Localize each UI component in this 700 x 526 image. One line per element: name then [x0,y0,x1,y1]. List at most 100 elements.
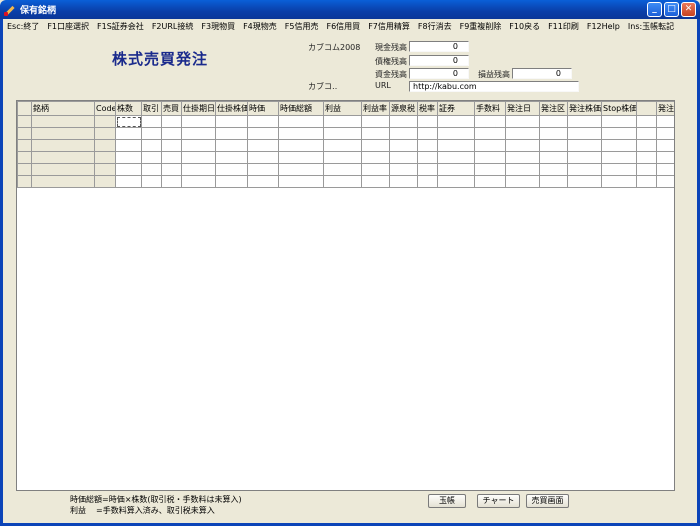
grid-cell[interactable] [278,115,324,128]
grid-cell[interactable] [417,151,438,164]
grid-cell[interactable] [361,127,390,140]
grid-cell[interactable] [215,151,248,164]
column-header[interactable]: 仕掛株価 [215,101,248,116]
grid-cell[interactable] [161,151,182,164]
grid-cell[interactable] [323,139,362,152]
holdings-grid[interactable]: 銘柄 Code 株数 取引 売買 仕掛期日 仕掛株価 時価 時価総額 利益 利益率 源泉税 税率 証券 手数… [16,100,675,491]
grid-cell[interactable] [31,127,95,140]
grid-cell[interactable] [278,175,324,188]
table-row[interactable] [17,175,674,188]
maximize-button[interactable]: □ [664,2,679,17]
grid-cell[interactable] [115,115,142,128]
grid-cell[interactable] [601,163,637,176]
grid-cell[interactable] [161,127,182,140]
grid-cell[interactable] [181,139,216,152]
grid-cell[interactable] [437,115,475,128]
grid-cell[interactable] [505,163,540,176]
grid-cell[interactable] [323,127,362,140]
grid-cell[interactable] [361,163,390,176]
grid-cell[interactable] [181,127,216,140]
grid-cell[interactable] [636,115,657,128]
table-row[interactable] [17,139,674,152]
column-header[interactable]: 発注株価 [567,101,602,116]
grid-cell[interactable] [141,115,162,128]
grid-cell[interactable] [567,163,602,176]
grid-cell[interactable] [141,163,162,176]
grid-cell[interactable] [389,139,418,152]
grid-cell[interactable] [539,175,568,188]
grid-cell[interactable] [474,151,506,164]
column-header[interactable]: 税率 [417,101,438,116]
grid-cell[interactable] [474,163,506,176]
grid-cell[interactable] [361,151,390,164]
grid-cell[interactable] [567,139,602,152]
grid-cell[interactable] [94,139,116,152]
menu-item[interactable]: F3現物買 [197,21,239,32]
grid-cell[interactable] [278,127,324,140]
row-header-cell[interactable] [17,163,32,176]
grid-cell[interactable] [656,115,674,128]
grid-cell[interactable] [656,163,674,176]
grid-cell[interactable] [417,115,438,128]
row-header-cell[interactable] [17,175,32,188]
grid-cell[interactable] [181,115,216,128]
grid-cell[interactable] [323,163,362,176]
grid-cell[interactable] [278,151,324,164]
column-header[interactable]: 時価総額 [278,101,324,116]
grid-cell[interactable] [31,151,95,164]
column-header[interactable]: 利益 [323,101,362,116]
menu-item[interactable]: Ins:玉帳転記 [624,21,678,32]
table-row[interactable] [17,163,674,176]
column-header[interactable]: 源泉税 [389,101,418,116]
ledger-button[interactable]: 玉帳 [428,494,466,508]
grid-cell[interactable] [636,175,657,188]
column-header[interactable]: 仕掛期日 [181,101,216,116]
row-header-cell[interactable] [17,139,32,152]
grid-cell[interactable] [505,151,540,164]
grid-cell[interactable] [389,127,418,140]
grid-cell[interactable] [278,139,324,152]
menu-item[interactable]: F6信用買 [322,21,364,32]
grid-cell[interactable] [437,139,475,152]
grid-cell[interactable] [181,175,216,188]
title-bar[interactable]: 保有銘柄 _ □ ✕ [0,0,700,19]
column-header[interactable]: Code [94,101,116,116]
menu-item[interactable]: F11印刷 [544,21,583,32]
grid-cell[interactable] [215,175,248,188]
grid-cell[interactable] [505,175,540,188]
column-header[interactable] [636,101,657,116]
grid-cell[interactable] [437,151,475,164]
row-header-cell[interactable] [17,115,32,128]
grid-cell[interactable] [141,127,162,140]
grid-cell[interactable] [656,127,674,140]
grid-cell[interactable] [474,115,506,128]
grid-cell[interactable] [539,139,568,152]
url-field[interactable]: http://kabu.com [409,81,579,92]
row-header-cell[interactable] [17,151,32,164]
grid-cell[interactable] [181,163,216,176]
grid-cell[interactable] [141,175,162,188]
grid-cell[interactable] [539,163,568,176]
menu-item[interactable]: F7信用精算 [364,21,414,32]
grid-cell[interactable] [161,175,182,188]
grid-cell[interactable] [539,127,568,140]
grid-cell[interactable] [601,127,637,140]
column-header[interactable]: 発注日 [505,101,540,116]
grid-cell[interactable] [389,163,418,176]
grid-cell[interactable] [31,115,95,128]
column-header[interactable]: 株数 [115,101,142,116]
table-row[interactable] [17,115,674,128]
column-header[interactable]: 手数料 [474,101,506,116]
grid-cell[interactable] [417,127,438,140]
grid-cell[interactable] [94,115,116,128]
grid-cell[interactable] [656,151,674,164]
grid-cell[interactable] [94,175,116,188]
grid-cell[interactable] [31,175,95,188]
cash-balance-field[interactable]: 0 [409,41,469,52]
column-header[interactable]: 発注 [656,101,674,116]
grid-cell[interactable] [247,139,279,152]
grid-cell[interactable] [539,115,568,128]
grid-cell[interactable] [567,151,602,164]
grid-cell[interactable] [601,151,637,164]
grid-cell[interactable] [247,163,279,176]
